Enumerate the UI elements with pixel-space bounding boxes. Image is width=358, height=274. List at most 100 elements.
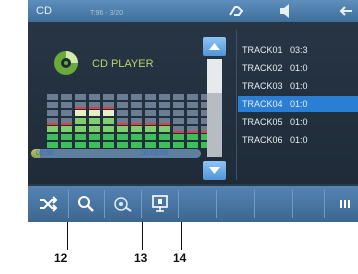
eq-segment [75,142,86,148]
eq-segment [103,94,114,100]
eq-segment [159,142,170,148]
eq-segment [61,102,72,108]
scroll-track[interactable] [207,59,222,157]
track-name: TRACK04 [242,99,283,109]
eq-segment [61,126,72,132]
eq-segment [117,134,128,140]
track-item[interactable]: TRACK03 01:0 [238,78,358,94]
source-title: CD [36,5,52,17]
eq-segment [61,142,72,148]
eq-segment [187,94,198,100]
track-time: 03:3 [290,45,308,55]
track-time: 01:0 [290,63,308,73]
eq-segment [103,126,114,132]
toolbar-divider [178,190,179,218]
shuffle-icon[interactable] [37,193,59,215]
eq-segment [187,142,198,148]
track-name: TRACK01 [242,45,283,55]
eq-segment [159,94,170,100]
main-panel: CD PLAYER 00:00 00:00:00 TRACK01 03:3 TR… [28,22,358,184]
eq-peak-marker [159,123,170,125]
eq-segment [75,126,86,132]
eq-segment [173,110,184,116]
eq-segment [89,142,100,148]
eq-segment [47,142,58,148]
elapsed-time: 00:00 [36,150,54,157]
eq-segment [159,110,170,116]
track-name: TRACK05 [242,117,283,127]
eq-segment [117,110,128,116]
speaker-icon[interactable] [276,2,296,20]
track-time: 01:0 [290,99,308,109]
eq-segment [103,134,114,140]
eq-segment [159,126,170,132]
toolbar-divider [324,190,325,218]
eq-segment [131,94,142,100]
scan-icon[interactable] [112,193,134,215]
eq-segment [89,110,100,116]
back-icon[interactable] [338,2,358,20]
track-item[interactable]: TRACK01 03:3 [238,42,358,58]
callout-label: 14 [173,251,187,265]
track-item[interactable]: TRACK06 01:0 [238,132,358,148]
toolbar-divider [216,190,217,218]
track-item[interactable]: TRACK05 01:0 [238,114,358,130]
scroll-down-button[interactable] [203,161,226,180]
track-item-selected[interactable]: TRACK04 01:0 [238,96,358,112]
eq-segment [103,110,114,116]
eq-segment [61,134,72,140]
eq-segment [173,142,184,148]
scroll-up-button[interactable] [203,37,226,56]
eq-segment [89,94,100,100]
cd-icon [53,50,79,76]
track-time: 01:0 [290,81,308,91]
track-item[interactable]: TRACK02 01:0 [238,60,358,76]
search-icon[interactable] [75,193,97,215]
eq-segment [89,126,100,132]
cd-player-screen: CD T:96 - 3/20 CD PLAYER 00:00 00:00:00 [28,0,358,222]
eq-segment [173,118,184,124]
track-name: TRACK06 [242,135,283,145]
toolbar-divider [68,190,69,218]
link-icon[interactable] [226,2,246,20]
menu-icon[interactable] [334,193,356,215]
track-time: 01:0 [290,135,308,145]
eq-peak-marker [145,123,156,125]
track-scrollbar[interactable] [203,37,226,181]
eq-segment [173,134,184,140]
eq-segment [187,134,198,140]
callout-label: 12 [54,251,68,265]
toolbar-divider [141,190,142,218]
list-divider [236,30,237,180]
eq-peak-marker [103,107,114,109]
eq-segment [159,134,170,140]
eq-segment [187,102,198,108]
eq-segment [159,102,170,108]
eq-peak-marker [75,107,86,109]
eq-segment [131,110,142,116]
eq-segment [89,118,100,124]
eq-segment [145,142,156,148]
eq-segment [75,134,86,140]
toolbar-divider [292,190,293,218]
callout-line [67,222,68,250]
eq-peak-marker [117,123,128,125]
eq-peak-marker [173,131,184,133]
eq-segment [47,102,58,108]
scroll-thumb[interactable] [207,59,222,93]
callout-label: 13 [134,251,148,265]
progress-bar[interactable]: 00:00 00:00:00 [31,149,201,158]
eq-peak-marker [61,123,72,125]
eq-segment [117,102,128,108]
eq-peak-marker [187,131,198,133]
eq-segment [47,110,58,116]
eq-segment [145,94,156,100]
callout-line [181,222,182,250]
monitor-icon[interactable] [149,193,171,215]
toolbar-divider [104,190,105,218]
eq-segment [61,94,72,100]
eq-segment [187,118,198,124]
eq-segment [47,94,58,100]
eq-segment [117,94,128,100]
cd-player-label: CD PLAYER [92,58,154,70]
